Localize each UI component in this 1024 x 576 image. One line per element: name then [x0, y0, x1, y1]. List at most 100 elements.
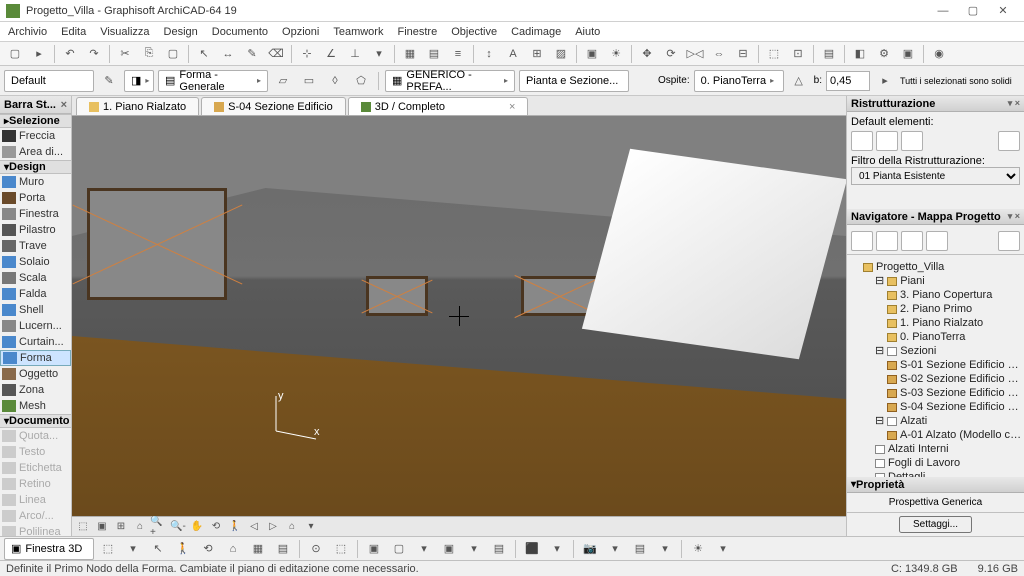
geom2-icon[interactable]: ▭	[298, 71, 320, 91]
bb-icon[interactable]: ▾	[413, 539, 435, 559]
story-dropdown[interactable]: 0. PianoTerra▸	[694, 70, 784, 92]
move-icon[interactable]: ✥	[636, 44, 658, 64]
tab-piano-rialzato[interactable]: 1. Piano Rialzato	[76, 97, 199, 115]
palette-icon[interactable]: ◧	[849, 44, 871, 64]
arrow-right-icon[interactable]: ▸	[874, 71, 896, 91]
measure-icon[interactable]: ↔	[217, 44, 239, 64]
layer-dropdown[interactable]: ◨▸	[124, 70, 154, 92]
bb-icon[interactable]: ▣	[438, 539, 460, 559]
bb-icon[interactable]: ⬚	[330, 539, 352, 559]
default-dropdown[interactable]: Default	[4, 70, 94, 92]
nav-icon[interactable]: ⌂	[131, 519, 149, 535]
section-design[interactable]: ▾ Design	[0, 160, 71, 174]
paste-icon[interactable]: ▢	[162, 44, 184, 64]
orbit-icon[interactable]: ⟲	[207, 519, 225, 535]
menu-opzioni[interactable]: Opzioni	[282, 26, 319, 38]
undo-icon[interactable]: ↶	[59, 44, 81, 64]
perp-icon[interactable]: ⊥	[344, 44, 366, 64]
help-icon[interactable]: ◉	[928, 44, 950, 64]
select-icon[interactable]: ↖	[193, 44, 215, 64]
tool-porta[interactable]: Porta	[0, 190, 71, 206]
walk-icon[interactable]: 🚶	[226, 519, 244, 535]
zoom-in-icon[interactable]: 🔍+	[150, 519, 168, 535]
menu-aiuto[interactable]: Aiuto	[575, 26, 600, 38]
label-icon[interactable]: ⊞	[526, 44, 548, 64]
menu-documento[interactable]: Documento	[212, 26, 268, 38]
nav-mode-1[interactable]	[851, 231, 873, 251]
library-icon[interactable]: ▣	[897, 44, 919, 64]
tool-shell[interactable]: Shell	[0, 302, 71, 318]
tool-area[interactable]: Area di...	[0, 144, 71, 160]
restructure-btn-2[interactable]	[876, 131, 898, 151]
bb-icon[interactable]: ▾	[604, 539, 626, 559]
material-dropdown[interactable]: ▦GENERICO - PREFA...▸	[385, 70, 515, 92]
menu-finestre[interactable]: Finestre	[397, 26, 437, 38]
tool-lucernario[interactable]: Lucern...	[0, 318, 71, 334]
prev-icon[interactable]: ◁	[245, 519, 263, 535]
maximize-button[interactable]: ▢	[958, 1, 988, 21]
bb-icon[interactable]: ⬚	[97, 539, 119, 559]
align-icon[interactable]: ≡	[447, 44, 469, 64]
bb-icon[interactable]: ↖	[147, 539, 169, 559]
bb-icon[interactable]: ▾	[122, 539, 144, 559]
nav-mode-5[interactable]	[998, 231, 1020, 251]
tool-polilinea[interactable]: Polilinea	[0, 524, 71, 536]
restructure-btn-4[interactable]	[998, 131, 1020, 151]
layers-icon[interactable]: ▤	[818, 44, 840, 64]
menu-cadimage[interactable]: Cadimage	[511, 26, 561, 38]
restructure-btn-3[interactable]	[901, 131, 923, 151]
ungroup-icon[interactable]: ⊡	[787, 44, 809, 64]
sun-icon[interactable]: ☀	[605, 44, 627, 64]
nav-mode-4[interactable]	[926, 231, 948, 251]
tool-oggetto[interactable]: Oggetto	[0, 366, 71, 382]
tool-forma[interactable]: Forma	[0, 350, 71, 366]
nav-mode-2[interactable]	[876, 231, 898, 251]
shape-dropdown[interactable]: ▤Forma - Generale▸	[158, 70, 268, 92]
tool-muro[interactable]: Muro	[0, 174, 71, 190]
nav-icon[interactable]: ⊞	[112, 519, 130, 535]
bb-icon[interactable]: ▢	[388, 539, 410, 559]
bb-icon[interactable]: ☀	[687, 539, 709, 559]
geom3-icon[interactable]: ◊	[324, 71, 346, 91]
menu-archivio[interactable]: Archivio	[8, 26, 47, 38]
zoom-out-icon[interactable]: 🔍-	[169, 519, 187, 535]
view-dropdown[interactable]: Pianta e Sezione...	[519, 70, 629, 92]
window-tab[interactable]: ▣Finestra 3D	[4, 538, 94, 560]
menu-visualizza[interactable]: Visualizza	[100, 26, 149, 38]
tool-quota[interactable]: Quota...	[0, 428, 71, 444]
geom4-icon[interactable]: ⬠	[350, 71, 372, 91]
nav-icon[interactable]: ⬚	[74, 519, 92, 535]
bb-icon[interactable]: ⟲	[197, 539, 219, 559]
restructure-btn-1[interactable]	[851, 131, 873, 151]
view3d-icon[interactable]: ▣	[581, 44, 603, 64]
tool-zona[interactable]: Zona	[0, 382, 71, 398]
project-tree[interactable]: Progetto_Villa ⊟ Piani 3. Piano Copertur…	[847, 258, 1024, 477]
tab-3d[interactable]: 3D / Completo×	[348, 97, 529, 115]
chevron-down-icon[interactable]: ▾	[368, 44, 390, 64]
tool-mesh[interactable]: Mesh	[0, 398, 71, 414]
bb-icon[interactable]: ⌂	[222, 539, 244, 559]
tab-sezione[interactable]: S-04 Sezione Edificio	[201, 97, 346, 115]
redo-icon[interactable]: ↷	[83, 44, 105, 64]
proprieta-header[interactable]: ▾ Proprietà	[847, 477, 1024, 493]
close-button[interactable]: ✕	[988, 1, 1018, 21]
tool-etichetta[interactable]: Etichetta	[0, 460, 71, 476]
restructure-header[interactable]: Ristrutturazione▾ ×	[847, 96, 1024, 112]
tool-falda[interactable]: Falda	[0, 286, 71, 302]
settaggi-button[interactable]: Settaggi...	[899, 516, 972, 533]
bb-icon[interactable]: ▤	[272, 539, 294, 559]
height-input[interactable]: 0,45	[826, 71, 870, 91]
eraser-icon[interactable]: ⌫	[265, 44, 287, 64]
nav-mode-3[interactable]	[901, 231, 923, 251]
stretch-icon[interactable]: ⇔	[708, 44, 730, 64]
tool-arco[interactable]: Arco/...	[0, 508, 71, 524]
bb-icon[interactable]: ▤	[629, 539, 651, 559]
tool-linea[interactable]: Linea	[0, 492, 71, 508]
3d-viewport[interactable]: yx	[72, 116, 846, 516]
tool-solaio[interactable]: Solaio	[0, 254, 71, 270]
eyedropper-icon[interactable]: ✎	[98, 71, 120, 91]
geom1-icon[interactable]: ▱	[272, 71, 294, 91]
tool-finestra[interactable]: Finestra	[0, 206, 71, 222]
next-icon[interactable]: ▷	[264, 519, 282, 535]
section-documento[interactable]: ▾ Documento	[0, 414, 71, 428]
